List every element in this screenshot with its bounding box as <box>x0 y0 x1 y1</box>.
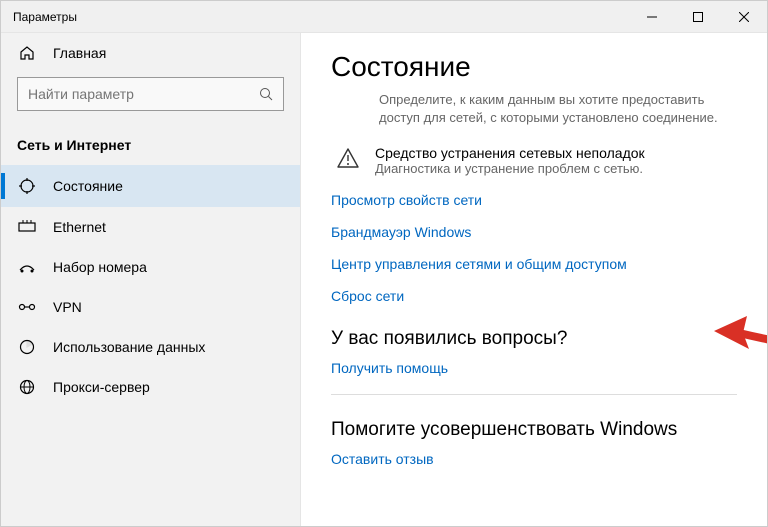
titlebar: Параметры <box>1 1 767 33</box>
home-icon <box>17 45 37 61</box>
sidebar: Главная Сеть и Интернет Состояние Ethern… <box>1 33 301 526</box>
page-title: Состояние <box>331 51 737 83</box>
window-title: Параметры <box>1 10 629 24</box>
sidebar-item-label: Набор номера <box>53 259 147 275</box>
minimize-icon <box>647 12 657 22</box>
search-input-wrapper[interactable] <box>17 77 284 111</box>
ethernet-icon <box>17 220 37 234</box>
maximize-icon <box>693 12 703 22</box>
sidebar-item-label: Использование данных <box>53 339 205 355</box>
vpn-icon <box>17 300 37 314</box>
sidebar-category: Сеть и Интернет <box>1 121 300 165</box>
minimize-button[interactable] <box>629 1 675 33</box>
troubleshoot-title: Средство устранения сетевых неполадок <box>375 145 645 161</box>
close-icon <box>739 12 749 22</box>
main-content: Состояние Определите, к каким данным вы … <box>301 33 767 526</box>
data-usage-icon <box>17 339 37 355</box>
sidebar-item-home[interactable]: Главная <box>1 33 300 73</box>
sidebar-item-label: Ethernet <box>53 219 106 235</box>
proxy-icon <box>17 379 37 395</box>
link-network-properties[interactable]: Просмотр свойств сети <box>331 192 737 208</box>
warning-icon <box>331 145 365 169</box>
link-feedback[interactable]: Оставить отзыв <box>331 451 737 467</box>
sidebar-item-status[interactable]: Состояние <box>1 165 300 207</box>
link-get-help[interactable]: Получить помощь <box>331 360 737 376</box>
dialup-icon <box>17 260 37 274</box>
improve-heading: Помогите усовершенствовать Windows <box>331 419 737 441</box>
sidebar-item-dialup[interactable]: Набор номера <box>1 247 300 287</box>
search-input[interactable] <box>18 86 249 102</box>
sidebar-item-vpn[interactable]: VPN <box>1 287 300 327</box>
status-icon <box>17 177 37 195</box>
close-button[interactable] <box>721 1 767 33</box>
maximize-button[interactable] <box>675 1 721 33</box>
link-network-reset[interactable]: Сброс сети <box>331 288 737 304</box>
sidebar-home-label: Главная <box>53 45 106 61</box>
sidebar-item-label: Состояние <box>53 178 123 194</box>
sidebar-item-ethernet[interactable]: Ethernet <box>1 207 300 247</box>
container: Главная Сеть и Интернет Состояние Ethern… <box>1 33 767 526</box>
troubleshoot-text: Средство устранения сетевых неполадок Ди… <box>375 145 645 176</box>
search-icon <box>249 87 283 101</box>
divider <box>331 394 737 395</box>
link-firewall[interactable]: Брандмауэр Windows <box>331 224 737 240</box>
sidebar-item-data-usage[interactable]: Использование данных <box>1 327 300 367</box>
sidebar-item-label: Прокси-сервер <box>53 379 150 395</box>
description-text: Определите, к каким данным вы хотите пре… <box>379 91 737 127</box>
link-sharing-center[interactable]: Центр управления сетями и общим доступом <box>331 256 737 272</box>
sidebar-item-proxy[interactable]: Прокси-сервер <box>1 367 300 407</box>
troubleshoot-sub: Диагностика и устранение проблем с сетью… <box>375 161 645 176</box>
troubleshoot-row[interactable]: Средство устранения сетевых неполадок Ди… <box>331 145 737 176</box>
sidebar-item-label: VPN <box>53 299 82 315</box>
questions-heading: У вас появились вопросы? <box>331 328 737 350</box>
